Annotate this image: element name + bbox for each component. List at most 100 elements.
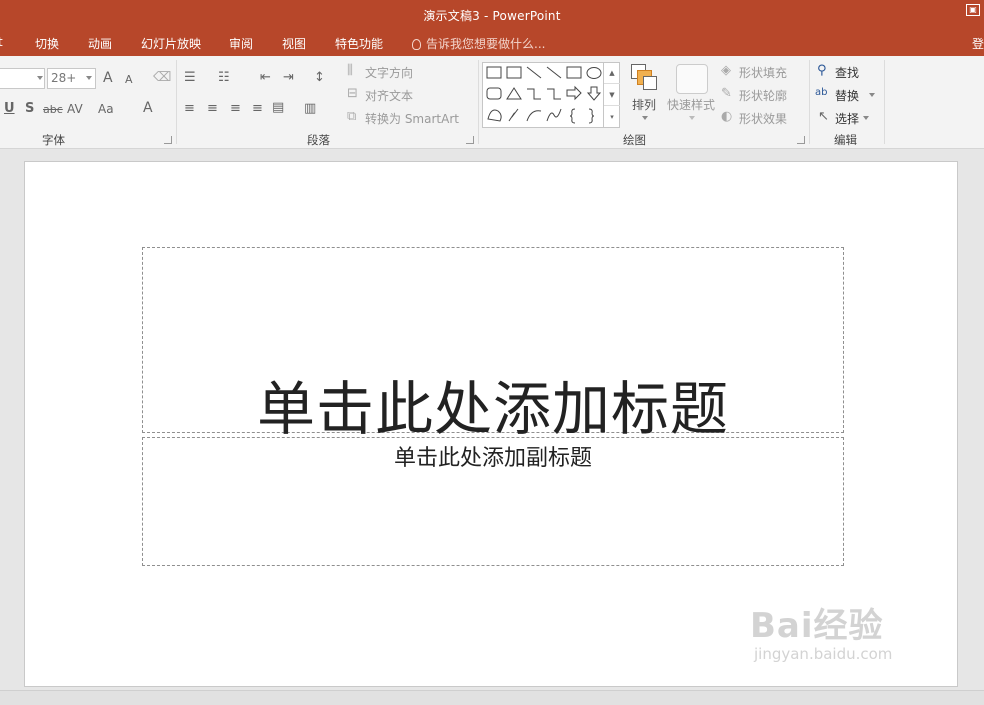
- tab-transitions[interactable]: 切换: [35, 35, 59, 52]
- line-spacing-icon[interactable]: ↕: [314, 71, 325, 85]
- align-text-button[interactable]: 对齐文本: [365, 87, 413, 104]
- bullets-icon[interactable]: ☰: [184, 71, 196, 85]
- paragraph-group-label: 段落: [307, 133, 330, 147]
- decrease-indent-icon[interactable]: ⇤: [260, 71, 271, 85]
- title-bar: 演示文稿3 - PowerPoint ▣: [0, 0, 984, 30]
- justify-icon[interactable]: ≡: [252, 102, 263, 116]
- group-divider: [809, 60, 810, 144]
- text-box-shape-icon: [486, 66, 502, 79]
- sign-in-link[interactable]: 登: [972, 35, 984, 52]
- chevron-down-icon[interactable]: [37, 76, 43, 80]
- right-arrow-shape-icon: [566, 85, 582, 101]
- ribbon-display-options-icon[interactable]: ▣: [966, 4, 980, 16]
- group-divider: [176, 60, 177, 144]
- down-arrow-shape-icon: [586, 86, 602, 101]
- ribbon: 28+ A A ⌫ U S abc AV Aa A 字体 ☰ ☷ ⇤ ⇥ ↕ ≡…: [0, 56, 984, 149]
- tab-special-features[interactable]: 特色功能: [335, 35, 383, 52]
- shapes-gallery[interactable]: [482, 62, 620, 128]
- ribbon-tabs: t 切换 动画 幻灯片放映 审阅 视图 特色功能 告诉我您想要做什么... 登: [0, 30, 984, 56]
- curve-shape-icon: [546, 108, 562, 122]
- group-divider: [478, 60, 479, 144]
- chevron-down-icon[interactable]: [689, 116, 695, 120]
- text-direction-icon: ⫼: [347, 63, 353, 78]
- font-dialog-launcher-icon[interactable]: [164, 136, 172, 144]
- drawing-dialog-launcher-icon[interactable]: [797, 136, 805, 144]
- arrow-line-shape-icon: [546, 66, 562, 79]
- lightbulb-icon: [412, 39, 421, 50]
- pen-outline-icon: ✎: [721, 86, 732, 101]
- rectangle-shape-icon: [566, 66, 582, 79]
- scribble-shape-icon: [508, 108, 519, 122]
- shapes-gallery-icons: [486, 66, 602, 124]
- tab-view[interactable]: 视图: [282, 35, 306, 52]
- tell-me-search[interactable]: 告诉我您想要做什么...: [412, 35, 545, 52]
- font-group-label: 字体: [42, 133, 65, 147]
- subtitle-placeholder[interactable]: 单击此处添加副标题: [142, 437, 844, 566]
- arrange-button[interactable]: 排列: [632, 96, 656, 113]
- tab-animations[interactable]: 动画: [88, 35, 112, 52]
- change-case-icon[interactable]: Aa: [98, 102, 114, 116]
- title-placeholder[interactable]: 单击此处添加标题: [142, 247, 844, 443]
- shape-fill-button[interactable]: 形状填充: [739, 64, 787, 81]
- shape-outline-button[interactable]: 形状轮廓: [739, 87, 787, 104]
- line-shape-icon: [526, 66, 542, 79]
- watermark-brand: Bai经验: [750, 606, 884, 646]
- quick-styles-icon: [676, 64, 708, 94]
- replace-button[interactable]: 替换: [835, 87, 859, 104]
- char-spacing-icon[interactable]: AV: [67, 102, 83, 116]
- right-brace-shape-icon: [588, 108, 595, 124]
- strikethrough-icon[interactable]: abc: [43, 103, 63, 117]
- align-text-icon: ⊟: [347, 86, 358, 101]
- select-button[interactable]: 选择: [835, 110, 859, 127]
- font-size-value: 28+: [51, 71, 77, 85]
- text-direction-button[interactable]: 文字方向: [365, 64, 413, 81]
- shape-effects-button[interactable]: 形状效果: [739, 110, 787, 127]
- search-icon: ⚲: [817, 63, 827, 78]
- smartart-icon: ⧉: [347, 109, 357, 124]
- drawing-group-label: 绘图: [623, 133, 646, 147]
- baidu-watermark: Bai经验 jingyan.baidu.com: [750, 598, 892, 663]
- chevron-down-icon[interactable]: [863, 116, 869, 120]
- shape-effects-icon: ◐: [721, 109, 733, 124]
- paragraph-dialog-launcher-icon[interactable]: [466, 136, 474, 144]
- shapes-gallery-scroll[interactable]: ▲ ▼ ▾: [603, 62, 620, 128]
- arrange-icon: [631, 64, 657, 90]
- align-center-icon[interactable]: ≡: [207, 102, 218, 116]
- chevron-down-icon[interactable]: [86, 76, 92, 80]
- elbow-arrow-shape-icon: [547, 88, 561, 100]
- find-button[interactable]: 查找: [835, 64, 859, 81]
- scroll-up-icon[interactable]: ▲: [604, 62, 620, 84]
- tab-review[interactable]: 审阅: [229, 35, 253, 52]
- shadow-icon[interactable]: S: [25, 102, 34, 116]
- align-left-icon[interactable]: ≡: [184, 102, 195, 116]
- columns-icon[interactable]: ▥: [304, 102, 316, 116]
- shrink-font-icon[interactable]: A: [125, 73, 133, 87]
- scroll-down-icon[interactable]: ▼: [604, 84, 620, 106]
- cursor-arrow-icon: ↖: [818, 109, 829, 124]
- triangle-shape-icon: [506, 87, 522, 100]
- elbow-connector-shape-icon: [527, 88, 541, 100]
- replace-icon: ab: [815, 87, 828, 98]
- paint-bucket-icon: ◈: [721, 63, 731, 78]
- arc-shape-icon: [526, 110, 542, 122]
- oval-shape-icon: [586, 67, 602, 79]
- font-color-icon[interactable]: A: [143, 101, 153, 115]
- more-shapes-icon[interactable]: ▾: [604, 106, 620, 128]
- grow-font-icon[interactable]: A: [103, 71, 113, 85]
- title-placeholder-text: 单击此处添加标题: [256, 375, 729, 443]
- chevron-down-icon[interactable]: [642, 116, 648, 120]
- chevron-down-icon[interactable]: [869, 93, 875, 97]
- quick-styles-button[interactable]: 快速样式: [667, 96, 715, 113]
- vertical-text-box-shape-icon: [506, 66, 522, 79]
- clear-format-icon[interactable]: ⌫: [153, 71, 171, 85]
- numbering-icon[interactable]: ☷: [218, 71, 230, 85]
- increase-indent-icon[interactable]: ⇥: [283, 71, 294, 85]
- left-brace-shape-icon: [569, 108, 576, 124]
- tab-partial[interactable]: t: [0, 35, 3, 49]
- align-right-icon[interactable]: ≡: [230, 102, 241, 116]
- editing-group-label: 编辑: [834, 133, 857, 147]
- distributed-icon[interactable]: ▤: [272, 101, 284, 115]
- convert-smartart-button[interactable]: 转换为 SmartArt: [365, 110, 459, 127]
- tab-slideshow[interactable]: 幻灯片放映: [141, 35, 201, 52]
- underline-icon[interactable]: U: [4, 102, 15, 116]
